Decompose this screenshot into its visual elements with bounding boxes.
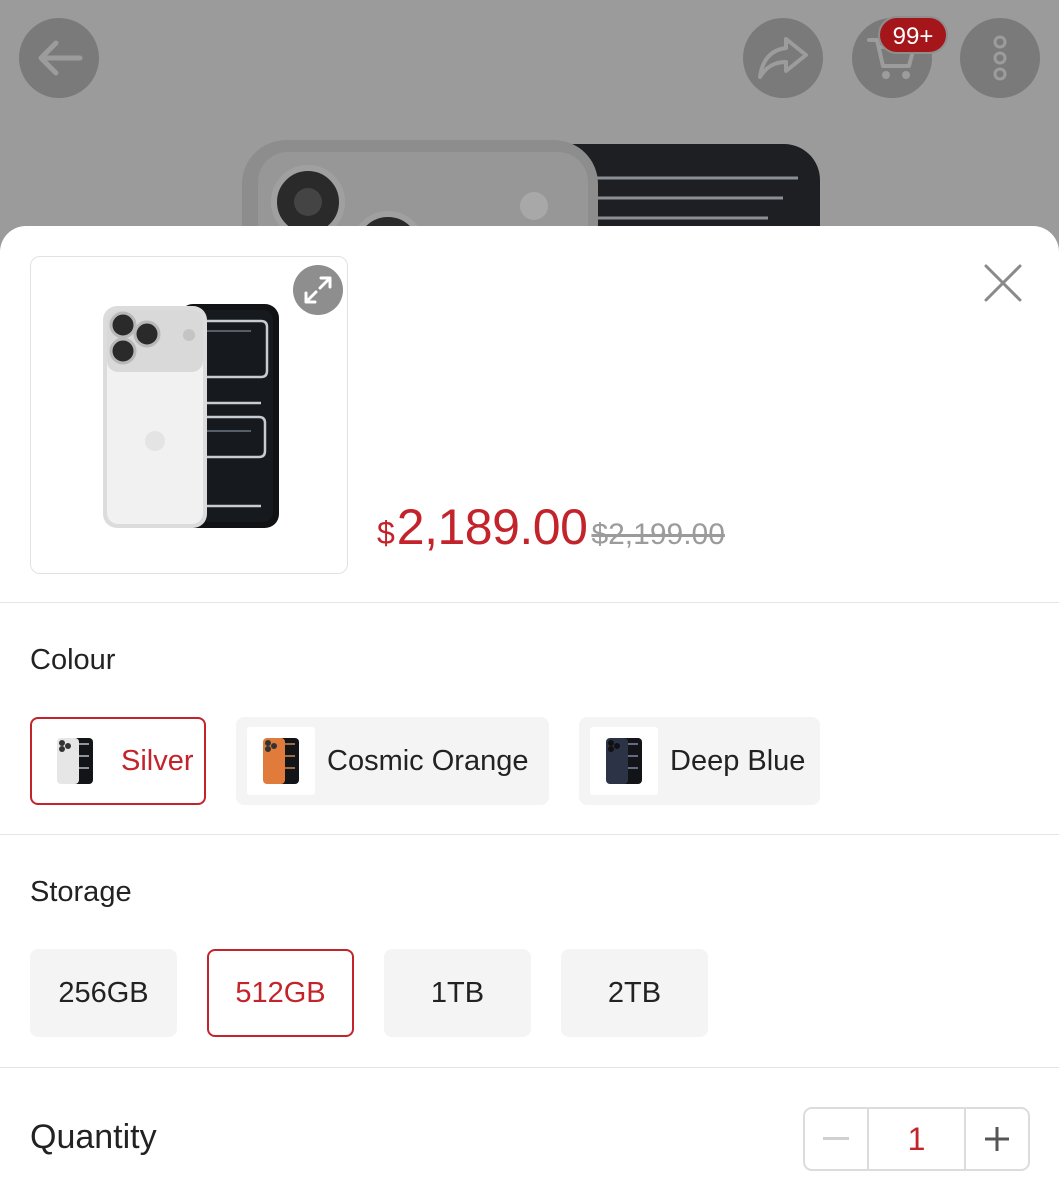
storage-label-256gb: 256GB (58, 976, 149, 1009)
quantity-stepper: 1 (803, 1107, 1030, 1171)
current-price: 2,189.00 (396, 499, 588, 555)
original-price: $2,199.00 (591, 518, 725, 551)
storage-section-title: Storage (30, 876, 132, 908)
price-currency: $ (377, 515, 395, 551)
quantity-value[interactable]: 1 (867, 1109, 966, 1169)
colour-swatch-silver (41, 727, 109, 795)
expand-icon (304, 276, 332, 304)
colour-label-deep-blue: Deep Blue (670, 744, 806, 777)
storage-label-2tb: 2TB (607, 976, 662, 1009)
colour-section-title: Colour (30, 644, 116, 676)
colour-option-cosmic-orange[interactable]: Cosmic Orange (236, 717, 549, 805)
close-button[interactable] (980, 260, 1026, 306)
storage-label-1tb: 1TB (430, 976, 485, 1009)
price-row: $ 2,189.00 $2,199.00 (377, 498, 725, 556)
colour-label-silver: Silver (121, 744, 194, 777)
more-button[interactable] (960, 18, 1040, 98)
share-icon (758, 37, 808, 79)
colour-option-silver[interactable]: Silver (30, 717, 206, 805)
storage-option-1tb[interactable]: 1TB (384, 949, 531, 1037)
product-image (103, 304, 279, 528)
minus-icon (823, 1137, 849, 1140)
colour-swatch-cosmic-orange (247, 727, 315, 795)
decrease-quantity-button[interactable] (805, 1109, 867, 1169)
increase-quantity-button[interactable] (966, 1109, 1028, 1169)
colour-label-cosmic-orange: Cosmic Orange (327, 744, 529, 777)
colour-swatch-deep-blue (590, 727, 658, 795)
plus-icon (985, 1127, 1009, 1151)
divider (0, 602, 1059, 603)
back-button[interactable] (19, 18, 99, 98)
quantity-label: Quantity (30, 1118, 157, 1156)
share-button[interactable] (743, 18, 823, 98)
storage-option-2tb[interactable]: 2TB (561, 949, 708, 1037)
product-thumbnail[interactable] (30, 256, 348, 574)
product-options-sheet: $ 2,189.00 $2,199.00 Colour Silver Cosmi (0, 226, 1059, 1200)
colour-option-deep-blue[interactable]: Deep Blue (579, 717, 820, 805)
divider (0, 1067, 1059, 1068)
more-vertical-icon (993, 35, 1007, 81)
storage-label-512gb: 512GB (235, 976, 326, 1009)
close-icon (984, 264, 1022, 302)
divider (0, 834, 1059, 835)
back-arrow-icon (38, 40, 83, 76)
hero-product-image (242, 140, 820, 238)
storage-option-512gb[interactable]: 512GB (207, 949, 354, 1037)
cart-count-badge: 99+ (878, 16, 948, 54)
storage-option-256gb[interactable]: 256GB (30, 949, 177, 1037)
expand-image-button[interactable] (293, 265, 343, 315)
